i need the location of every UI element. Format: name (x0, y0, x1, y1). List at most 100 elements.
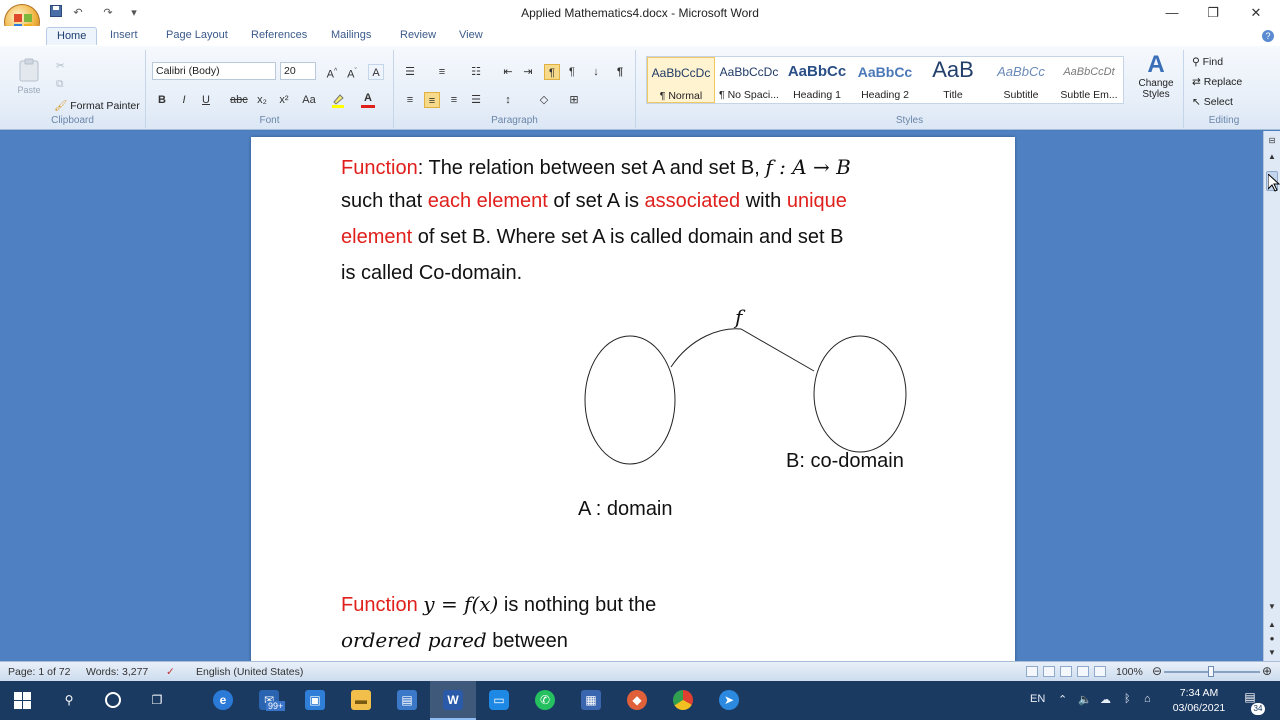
restore-button[interactable]: ❐ (1193, 2, 1233, 24)
font-color-icon[interactable]: A (360, 92, 376, 108)
taskbar-whatsapp[interactable]: ✆ (522, 681, 568, 720)
browse-object-icon[interactable]: ● (1266, 633, 1278, 645)
vertical-scrollbar[interactable]: ⊟ ▲ ▼ ▲ ● ▼ (1263, 131, 1280, 661)
italic-button[interactable]: I (176, 92, 192, 108)
scroll-up-icon[interactable]: ▲ (1266, 151, 1278, 163)
style-subtle-emphasis[interactable]: AaBbCcDt Subtle Em... (1055, 57, 1123, 103)
style-heading-1[interactable]: AaBbCc Heading 1 (783, 57, 851, 103)
style-normal[interactable]: AaBbCcDc ¶ Normal (647, 57, 715, 103)
help-icon[interactable]: ? (1262, 30, 1274, 42)
bold-button[interactable]: B (154, 92, 170, 108)
taskbar-file-explorer[interactable]: ▬ (338, 681, 384, 720)
search-button[interactable]: ⚲ (46, 681, 92, 720)
clear-formatting-icon[interactable]: A (368, 64, 384, 80)
taskbar-chrome[interactable] (660, 681, 706, 720)
grow-font-icon[interactable]: A^ (324, 64, 340, 81)
align-center-icon[interactable]: ≡ (424, 92, 440, 108)
previous-page-icon[interactable]: ▲ (1266, 619, 1278, 631)
shrink-font-icon[interactable]: Aˇ (344, 64, 360, 81)
find-button[interactable]: ⚲ Find (1192, 56, 1223, 68)
subscript-icon[interactable]: x₂ (254, 92, 270, 108)
font-name-select[interactable]: Calibri (Body) (152, 62, 276, 80)
highlight-icon[interactable] (330, 92, 346, 108)
sort-icon[interactable]: ↓ (588, 64, 604, 80)
network-icon[interactable]: ⌂ (1144, 693, 1151, 705)
tab-page-layout[interactable]: Page Layout (166, 29, 228, 41)
task-view-button[interactable]: ❐ (134, 681, 180, 720)
borders-icon[interactable]: ⊞ (566, 92, 582, 108)
strikethrough-icon[interactable]: abc (230, 92, 248, 108)
zoom-slider-handle[interactable] (1208, 666, 1214, 677)
font-size-select[interactable]: 20 (280, 62, 316, 80)
taskbar-store[interactable]: ▣ (292, 681, 338, 720)
bullets-icon[interactable]: ☰ (402, 64, 418, 80)
justify-icon[interactable]: ☰ (468, 92, 484, 108)
format-painter-button[interactable]: 🖌 Format Painter (54, 99, 140, 112)
change-case-button[interactable]: Aa (298, 92, 320, 108)
taskbar-app-3[interactable]: ▦ (568, 681, 614, 720)
change-styles-button[interactable]: A Change Styles (1134, 52, 1178, 101)
tab-references[interactable]: References (251, 29, 307, 41)
proofing-icon[interactable]: ✓ (166, 666, 175, 678)
outline-view-icon[interactable] (1077, 666, 1089, 677)
rtl-icon[interactable]: ¶ (564, 64, 580, 80)
next-page-icon[interactable]: ▼ (1266, 647, 1278, 659)
taskbar-app-2[interactable]: ▭ (476, 681, 522, 720)
language-indicator[interactable]: English (United States) (196, 666, 303, 678)
align-right-icon[interactable]: ≡ (446, 92, 462, 108)
minimize-button[interactable]: — (1152, 2, 1192, 24)
decrease-indent-icon[interactable]: ⇤ (500, 64, 516, 80)
style-no-spacing[interactable]: AaBbCcDc ¶ No Spaci... (715, 57, 783, 103)
scroll-down-icon[interactable]: ▼ (1266, 601, 1278, 613)
multilevel-list-icon[interactable]: ☷ (468, 64, 484, 80)
page-count[interactable]: Page: 1 of 72 (8, 666, 70, 678)
ruler-toggle-icon[interactable]: ⊟ (1266, 135, 1278, 147)
replace-button[interactable]: ⇄ Replace (1192, 76, 1242, 88)
bluetooth-icon[interactable]: ᛒ (1124, 693, 1131, 705)
document-page[interactable]: Function: The relation between set A and… (251, 137, 1015, 667)
tab-view[interactable]: View (459, 29, 483, 41)
zoom-level[interactable]: 100% (1116, 666, 1143, 678)
shading-icon[interactable]: ◇ (536, 92, 552, 108)
taskbar-app-5[interactable]: ➤ (706, 681, 752, 720)
show-hidden-icons-icon[interactable]: ⌃ (1058, 693, 1067, 706)
onedrive-icon[interactable]: ☁ (1100, 693, 1111, 706)
show-formatting-marks-icon[interactable]: ¶ (612, 64, 628, 80)
tab-insert[interactable]: Insert (110, 29, 138, 41)
word-count[interactable]: Words: 3,277 (86, 666, 148, 678)
tab-review[interactable]: Review (400, 29, 436, 41)
superscript-icon[interactable]: x² (276, 92, 292, 108)
full-screen-view-icon[interactable] (1043, 666, 1055, 677)
numbering-icon[interactable]: ≡ (434, 64, 450, 80)
draft-view-icon[interactable] (1094, 666, 1106, 677)
system-clock[interactable]: 7:34 AM 03/06/2021 (1166, 686, 1232, 716)
taskbar-app-1[interactable]: ▤ (384, 681, 430, 720)
input-language[interactable]: EN (1030, 693, 1045, 705)
select-button[interactable]: ↖ Select (1192, 96, 1233, 108)
zoom-in-icon[interactable]: ⊕ (1262, 664, 1272, 678)
start-button[interactable] (0, 681, 46, 720)
zoom-out-icon[interactable]: ⊖ (1152, 664, 1162, 678)
taskbar-app-4[interactable]: ◆ (614, 681, 660, 720)
style-subtitle[interactable]: AaBbCc Subtitle (987, 57, 1055, 103)
underline-button[interactable]: U (198, 92, 214, 108)
web-layout-view-icon[interactable] (1060, 666, 1072, 677)
line-spacing-icon[interactable]: ↕ (500, 92, 516, 108)
taskbar-mail[interactable]: ✉ 99+ (246, 681, 292, 720)
volume-icon[interactable]: 🔈 (1078, 693, 1092, 706)
ltr-icon[interactable]: ¶ (544, 64, 560, 80)
taskbar-word[interactable]: W (430, 681, 476, 720)
style-title[interactable]: AaB Title (919, 57, 987, 103)
taskbar-browser-edge[interactable]: e (200, 681, 246, 720)
paste-button[interactable]: Paste (14, 58, 44, 98)
increase-indent-icon[interactable]: ⇥ (520, 64, 536, 80)
tab-mailings[interactable]: Mailings (331, 29, 371, 41)
tab-home[interactable]: Home (46, 27, 98, 45)
style-heading-2[interactable]: AaBbCc Heading 2 (851, 57, 919, 103)
copy-icon[interactable]: ⧉ (56, 78, 64, 91)
cut-icon[interactable]: ✂ (56, 60, 65, 72)
close-button[interactable]: ✕ (1236, 2, 1276, 24)
cortana-button[interactable] (90, 681, 136, 720)
print-layout-view-icon[interactable] (1026, 666, 1038, 677)
align-left-icon[interactable]: ≡ (402, 92, 418, 108)
